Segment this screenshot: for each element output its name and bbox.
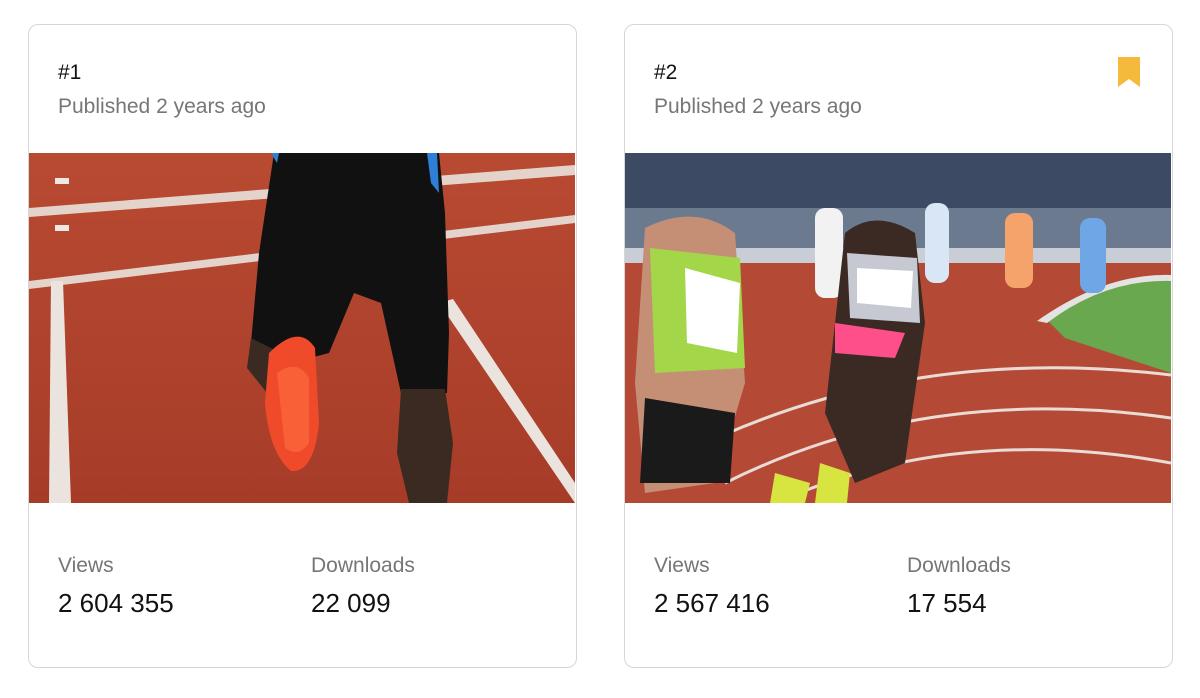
photo-card-2[interactable]: #2 Published 2 years ago Views Downloads… (624, 24, 1173, 668)
downloads-label: Downloads (907, 554, 1011, 577)
views-value: 2 604 355 (58, 588, 174, 618)
card-rank: #1 (58, 61, 82, 84)
views-value: 2 567 416 (654, 588, 770, 618)
downloads-value: 17 554 (907, 588, 987, 618)
published-date: Published 2 years ago (654, 95, 862, 118)
published-date: Published 2 years ago (58, 95, 266, 118)
photo-sprinter-legs[interactable] (29, 153, 575, 503)
photo-runners-race[interactable] (625, 153, 1171, 503)
downloads-value: 22 099 (311, 588, 391, 618)
downloads-label: Downloads (311, 554, 415, 577)
card-rank: #2 (654, 61, 678, 84)
views-label: Views (654, 554, 710, 577)
photo-card-1[interactable]: #1 Published 2 years ago Views Downloads… (28, 24, 577, 668)
bookmark-icon[interactable] (1116, 55, 1142, 89)
views-label: Views (58, 554, 114, 577)
